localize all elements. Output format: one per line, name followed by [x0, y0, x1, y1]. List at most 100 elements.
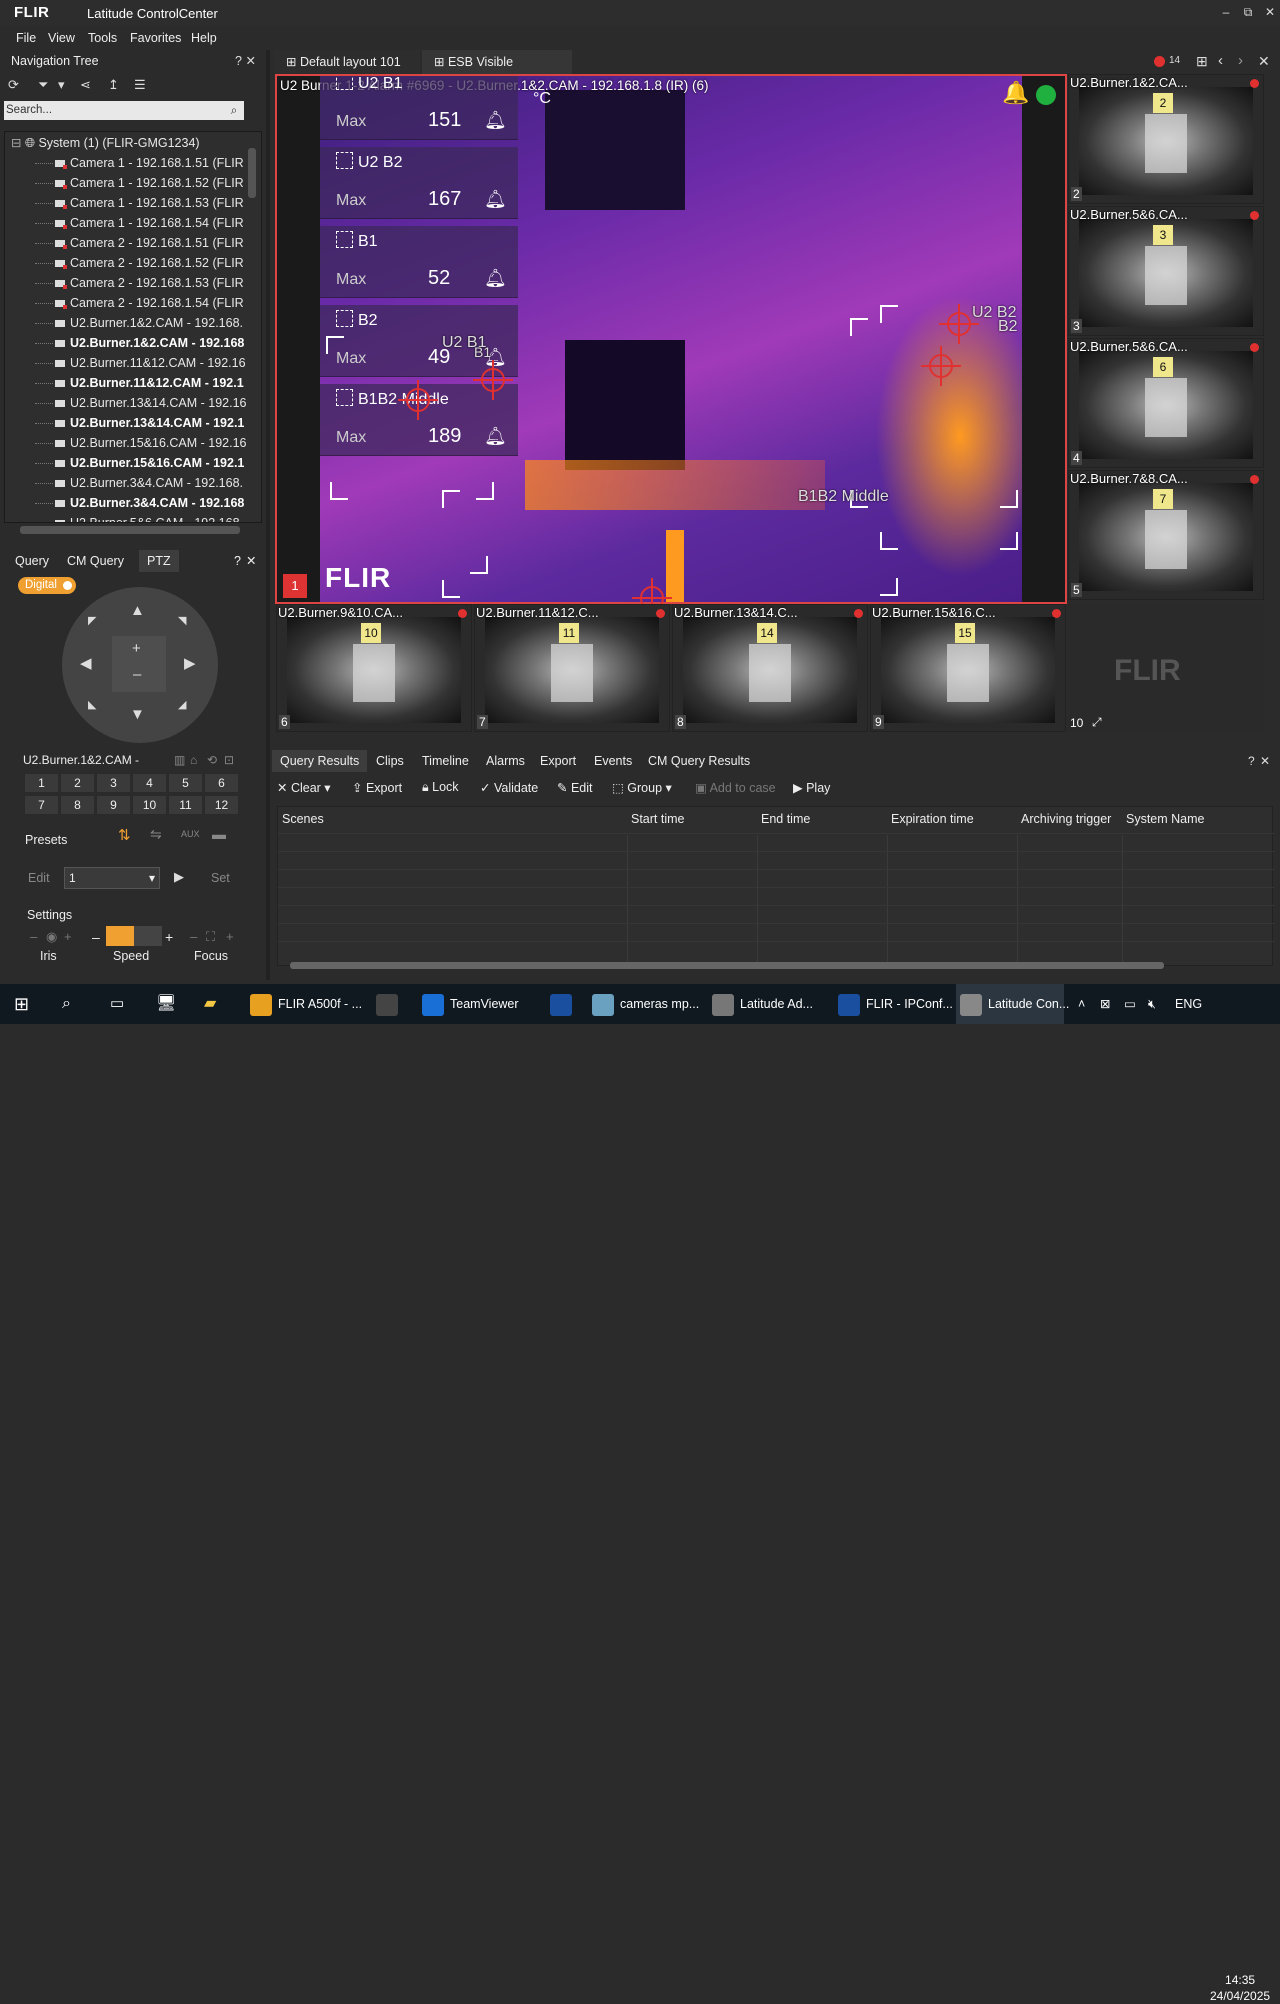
video-icon[interactable]: ▬	[212, 826, 226, 842]
tree-icon[interactable]: ☰	[134, 77, 146, 93]
aux-button[interactable]: AUX	[181, 829, 200, 839]
preset-button[interactable]: 4	[132, 773, 167, 793]
tree-item[interactable]: U2.Burner.5&6.CAM - 192.168	[35, 513, 261, 522]
close-icon[interactable]: ✕	[246, 550, 256, 572]
close-window-button[interactable]: ✕	[1260, 3, 1280, 21]
tab-ptz[interactable]: PTZ	[139, 550, 179, 572]
camera-thumbnail[interactable]: U2.Burner.7&8.CA... 7 5	[1068, 470, 1264, 600]
camera-thumbnail[interactable]: U2.Burner.13&14.C... 14 8	[672, 604, 868, 732]
tab-cm-query[interactable]: CM Query	[67, 550, 124, 572]
focus-plus-button[interactable]: +	[226, 929, 234, 944]
lock-icon[interactable]: ⊡	[224, 753, 234, 767]
tab-timeline[interactable]: Timeline	[414, 750, 477, 772]
preset-button[interactable]: 9	[96, 795, 131, 815]
iris-minus-button[interactable]: –	[30, 929, 37, 944]
tab-clips[interactable]: Clips	[368, 750, 412, 772]
group-button[interactable]: ⬚ Group ▾	[612, 780, 672, 795]
focus-minus-button[interactable]: –	[190, 929, 197, 944]
search-icon[interactable]: ⌕	[62, 984, 71, 1024]
tree-item[interactable]: ⊟ 🌐︎ System (1) (FLIR-GMG1234)	[11, 133, 261, 153]
bell-icon[interactable]: 🔔︎	[484, 110, 507, 131]
tab-default-layout[interactable]: ⊞ Default layout 101	[274, 50, 420, 74]
tree-item[interactable]: Camera 1 - 192.168.1.51 (FLIR	[35, 153, 261, 173]
edit-preset-button[interactable]: Edit	[28, 871, 50, 885]
spot-marker[interactable]	[921, 346, 961, 386]
empty-view-tile[interactable]: FLIR 10 ⤢	[1068, 604, 1264, 732]
validate-button[interactable]: ✓ Validate	[480, 780, 538, 795]
close-icon[interactable]: ✕	[1258, 53, 1270, 70]
tab-events[interactable]: Events	[586, 750, 640, 772]
measurement-box[interactable]: U2 B2 Max 167 🔔︎	[320, 147, 518, 219]
chevron-right-icon[interactable]: ›	[1238, 52, 1243, 69]
tree-item[interactable]: Camera 1 - 192.168.1.52 (FLIR	[35, 173, 261, 193]
pan-up-button[interactable]: ▲	[130, 602, 145, 619]
column-header[interactable]: Archiving trigger	[1021, 812, 1111, 826]
home-icon[interactable]: ⌂	[190, 753, 197, 767]
tree-item[interactable]: Camera 2 - 192.168.1.53 (FLIR	[35, 273, 261, 293]
measurement-box[interactable]: B1 Max 52 🔔︎	[320, 226, 518, 298]
bell-icon[interactable]: 🔔︎	[484, 268, 507, 289]
minimize-button[interactable]: –	[1216, 3, 1236, 21]
preset-button[interactable]: 8	[60, 795, 95, 815]
alarm-indicator-icon[interactable]	[1154, 56, 1165, 67]
volume-icon[interactable]: 🔇︎	[1148, 984, 1156, 1024]
help-icon[interactable]: ?	[235, 50, 242, 72]
tree-item[interactable]: U2.Burner.1&2.CAM - 192.168.	[35, 313, 261, 333]
preset-button[interactable]: 11	[168, 795, 203, 815]
clear-button[interactable]: ✕ Clear ▾	[277, 780, 331, 795]
taskbar-app[interactable]	[546, 984, 582, 1024]
tree-item[interactable]: U2.Burner.1&2.CAM - 192.168	[35, 333, 261, 353]
expand-collapse-icon[interactable]: ⊟	[11, 136, 25, 150]
column-header[interactable]: System Name	[1126, 812, 1205, 826]
cycle-icon[interactable]: ⟲	[207, 753, 217, 767]
taskbar-app[interactable]: FLIR A500f - ...	[246, 984, 364, 1024]
tree-item[interactable]: U2.Burner.3&4.CAM - 192.168.	[35, 473, 261, 493]
preset-tour-icon[interactable]: ⇋	[150, 826, 162, 843]
pan-down-button[interactable]: ▼	[130, 706, 145, 723]
clock[interactable]: 14:35 24/04/2025	[1210, 1972, 1270, 2004]
tree-item[interactable]: U2.Burner.3&4.CAM - 192.168	[35, 493, 261, 513]
speed-minus-button[interactable]: –	[92, 929, 100, 945]
refresh-icon[interactable]: ⟳	[8, 77, 19, 93]
camera-thumbnail[interactable]: U2.Burner.15&16.C... 15 9	[870, 604, 1066, 732]
tab-query-results[interactable]: Query Results	[272, 750, 368, 772]
tree-item[interactable]: Camera 1 - 192.168.1.53 (FLIR	[35, 193, 261, 213]
display-icon[interactable]: ▭	[1124, 984, 1136, 1024]
pan-upright-button[interactable]: ◥	[178, 614, 186, 627]
close-icon[interactable]: ✕	[246, 50, 256, 72]
camera-thumbnail[interactable]: U2.Burner.11&12.C... 11 7	[474, 604, 670, 732]
presets-adjust-icon[interactable]: ⇅	[118, 826, 131, 844]
language-indicator[interactable]: ENG	[1175, 984, 1202, 1024]
computer-icon[interactable]: 🖥︎	[156, 984, 176, 1024]
menu-view[interactable]: View	[48, 31, 75, 45]
chevron-up-icon[interactable]: ˄	[1078, 984, 1085, 1024]
folder-icon[interactable]: ▰	[204, 984, 216, 1024]
tab-cm-query-results[interactable]: CM Query Results	[640, 750, 758, 772]
tree-item[interactable]: Camera 2 - 192.168.1.52 (FLIR	[35, 253, 261, 273]
menu-help[interactable]: Help	[191, 31, 217, 45]
taskbar-app[interactable]	[372, 984, 410, 1024]
taskbar-app[interactable]: FLIR - IPConf...	[834, 984, 953, 1024]
network-alert-icon[interactable]: ⊠	[1100, 984, 1110, 1024]
column-header[interactable]: End time	[761, 812, 810, 826]
go-preset-button[interactable]: ▶	[174, 869, 184, 885]
tree-item[interactable]: U2.Burner.15&16.CAM - 192.16	[35, 433, 261, 453]
pan-right-button[interactable]: ▶	[184, 654, 196, 672]
edit-button[interactable]: ✎ Edit	[557, 780, 593, 795]
pan-left-button[interactable]: ◀	[80, 654, 92, 672]
menu-tools[interactable]: Tools	[88, 31, 117, 45]
help-icon[interactable]: ?	[234, 550, 241, 572]
pan-downleft-button[interactable]: ◣	[88, 698, 96, 711]
expand-icon[interactable]: ⤢	[1092, 715, 1102, 730]
measurement-box[interactable]: U2 B1 Max 151 🔔︎	[320, 76, 518, 140]
bell-icon[interactable]: 🔔︎	[484, 189, 507, 210]
taskbar-app[interactable]: Latitude Con...	[956, 984, 1069, 1024]
preset-button[interactable]: 6	[204, 773, 239, 793]
close-icon[interactable]: ✕	[1260, 754, 1270, 768]
tree-item[interactable]: U2.Burner.13&14.CAM - 192.16	[35, 393, 261, 413]
preset-button[interactable]: 5	[168, 773, 203, 793]
tree-item[interactable]: Camera 2 - 192.168.1.51 (FLIR	[35, 233, 261, 253]
filter-icon[interactable]: ⏷	[38, 77, 48, 93]
tree-scrollbar[interactable]	[248, 148, 256, 198]
pan-downright-button[interactable]: ◢	[178, 698, 186, 711]
